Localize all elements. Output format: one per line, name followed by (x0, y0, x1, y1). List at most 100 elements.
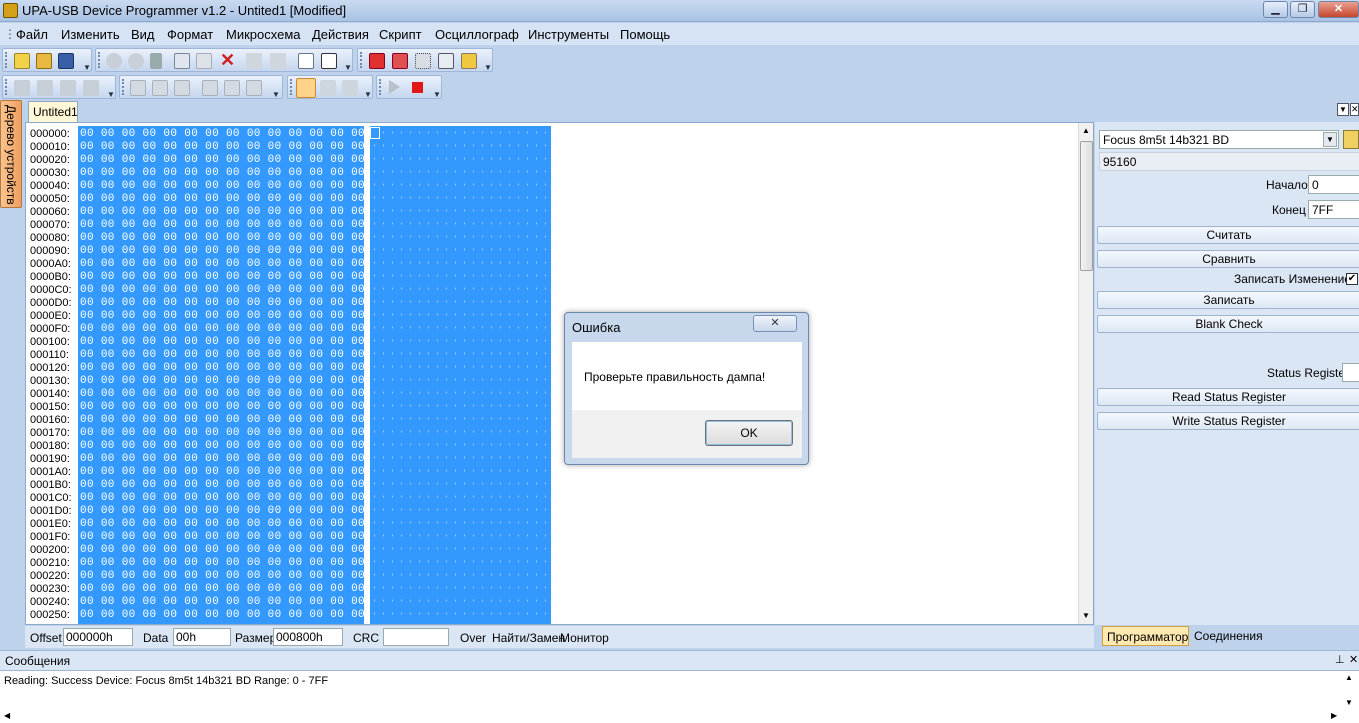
open-device-icon[interactable] (1343, 130, 1359, 149)
hex-byte-row[interactable]: 00 00 00 00 00 00 00 00 00 00 00 00 00 0… (80, 323, 407, 336)
hex-byte-row[interactable]: 00 00 00 00 00 00 00 00 00 00 00 00 00 0… (80, 141, 407, 154)
hex-byte-row[interactable]: 00 00 00 00 00 00 00 00 00 00 00 00 00 0… (80, 271, 407, 284)
toolbar-overflow-icon[interactable]: ▼ (344, 63, 352, 72)
toolbar-overflow-icon[interactable]: ▼ (107, 90, 115, 99)
align-right-icon[interactable] (246, 80, 262, 96)
menu-script[interactable]: Скрипт (379, 27, 422, 42)
hex-byte-row[interactable]: 00 00 00 00 00 00 00 00 00 00 00 00 00 0… (80, 232, 407, 245)
hex-byte-row[interactable]: 00 00 00 00 00 00 00 00 00 00 00 00 00 0… (80, 297, 407, 310)
hex-byte-row[interactable]: 00 00 00 00 00 00 00 00 00 00 00 00 00 0… (80, 258, 407, 271)
scroll-down-icon[interactable]: ▼ (1082, 611, 1090, 620)
toolbar-overflow-icon[interactable]: ▼ (484, 63, 492, 72)
delete-icon[interactable]: ✕ (220, 50, 235, 71)
menu-oscilloscope[interactable]: Осциллограф (435, 27, 519, 42)
hex-byte-row[interactable]: 00 00 00 00 00 00 00 00 00 00 00 00 00 0… (80, 193, 407, 206)
hex-byte-row[interactable]: 00 00 00 00 00 00 00 00 00 00 00 00 00 0… (80, 128, 407, 141)
dialog-close-icon[interactable]: ✕ (753, 315, 797, 332)
close-button[interactable]: ✕ (1318, 1, 1359, 18)
device-tree-tab[interactable]: Дерево устройств (0, 100, 22, 208)
monitor-link[interactable]: Монитор (560, 631, 609, 645)
menu-edit[interactable]: Изменить (61, 27, 120, 42)
vertical-scrollbar[interactable]: ▲ ▼ (1078, 123, 1093, 624)
hex-editor[interactable]: 000000: 000010: 000020: 000030: 000040: 00005… (25, 122, 1094, 625)
hex-byte-column[interactable]: 00 00 00 00 00 00 00 00 00 00 00 00 00 0… (80, 128, 407, 622)
paste-icon[interactable] (196, 53, 212, 69)
page-icon[interactable] (298, 53, 314, 69)
hex-byte-row[interactable]: 00 00 00 00 00 00 00 00 00 00 00 00 00 0… (80, 609, 407, 622)
data-field[interactable]: 00h (173, 628, 231, 646)
size-field[interactable]: 000800h (273, 628, 343, 646)
hex-byte-row[interactable]: 00 00 00 00 00 00 00 00 00 00 00 00 00 0… (80, 154, 407, 167)
hex-byte-row[interactable]: 00 00 00 00 00 00 00 00 00 00 00 00 00 0… (80, 336, 407, 349)
copy-icon[interactable] (174, 53, 190, 69)
cut-icon[interactable] (150, 53, 162, 69)
bold-icon[interactable] (130, 80, 146, 96)
hex-byte-row[interactable]: 00 00 00 00 00 00 00 00 00 00 00 00 00 0… (80, 583, 407, 596)
pointer-icon[interactable] (296, 78, 316, 98)
play-icon[interactable] (389, 80, 400, 94)
hex-byte-row[interactable]: 00 00 00 00 00 00 00 00 00 00 00 00 00 0… (80, 414, 407, 427)
chip-select-icon[interactable] (415, 53, 431, 69)
hex-byte-row[interactable]: 00 00 00 00 00 00 00 00 00 00 00 00 00 0… (80, 427, 407, 440)
maximize-button[interactable]: ❐ (1290, 1, 1315, 18)
hex-byte-row[interactable]: 00 00 00 00 00 00 00 00 00 00 00 00 00 0… (80, 518, 407, 531)
chip-settings-icon[interactable] (461, 53, 477, 69)
messages-close-icon[interactable]: ✕ (1349, 653, 1358, 666)
tab-connections[interactable]: Соединения (1189, 626, 1269, 646)
wand-icon[interactable] (37, 80, 53, 96)
hex-byte-row[interactable]: 00 00 00 00 00 00 00 00 00 00 00 00 00 0… (80, 310, 407, 323)
scrollbar-thumb[interactable] (1080, 141, 1093, 271)
panel-close-icon[interactable]: ✕ (1350, 103, 1359, 116)
crop-icon[interactable] (60, 80, 76, 96)
pan-icon[interactable] (342, 80, 358, 96)
hex-byte-row[interactable]: 00 00 00 00 00 00 00 00 00 00 00 00 00 0… (80, 284, 407, 297)
align-center-icon[interactable] (224, 80, 240, 96)
chip-write-icon[interactable] (392, 53, 408, 69)
hex-byte-row[interactable]: 00 00 00 00 00 00 00 00 00 00 00 00 00 0… (80, 362, 407, 375)
log-scroll-down-icon[interactable]: ▼ (1345, 698, 1353, 707)
hex-byte-row[interactable]: 00 00 00 00 00 00 00 00 00 00 00 00 00 0… (80, 349, 407, 362)
menu-actions[interactable]: Действия (312, 27, 369, 42)
tab-programmer[interactable]: Программатор (1102, 626, 1189, 646)
hex-byte-row[interactable]: 00 00 00 00 00 00 00 00 00 00 00 00 00 0… (80, 570, 407, 583)
blank-check-button[interactable]: Blank Check (1097, 315, 1359, 333)
find-icon[interactable] (246, 53, 262, 69)
ok-button[interactable]: OK (705, 420, 793, 446)
stop-icon[interactable] (412, 82, 423, 93)
hex-byte-row[interactable]: 00 00 00 00 00 00 00 00 00 00 00 00 00 0… (80, 505, 407, 518)
redo-icon[interactable] (128, 53, 144, 69)
pen-icon[interactable] (14, 80, 30, 96)
log-scroll-up-icon[interactable]: ▲ (1345, 673, 1353, 682)
menu-chip[interactable]: Микросхема (226, 27, 301, 42)
menu-help[interactable]: Помощь (620, 27, 670, 42)
hex-byte-row[interactable]: 00 00 00 00 00 00 00 00 00 00 00 00 00 0… (80, 557, 407, 570)
align-left-icon[interactable] (202, 80, 218, 96)
replace-icon[interactable] (270, 53, 286, 69)
crc-field[interactable] (383, 628, 449, 646)
hex-byte-row[interactable]: 00 00 00 00 00 00 00 00 00 00 00 00 00 0… (80, 453, 407, 466)
hex-byte-row[interactable]: 00 00 00 00 00 00 00 00 00 00 00 00 00 0… (80, 531, 407, 544)
write-changes-checkbox[interactable]: ✔ (1346, 273, 1358, 285)
open-folder-icon[interactable] (36, 53, 52, 69)
menu-view[interactable]: Вид (131, 27, 155, 42)
zoom-icon[interactable] (320, 80, 336, 96)
hex-byte-row[interactable]: 00 00 00 00 00 00 00 00 00 00 00 00 00 0… (80, 206, 407, 219)
pin-icon[interactable]: ⊥ (1335, 653, 1345, 666)
hex-byte-row[interactable]: 00 00 00 00 00 00 00 00 00 00 00 00 00 0… (80, 245, 407, 258)
hex-byte-row[interactable]: 00 00 00 00 00 00 00 00 00 00 00 00 00 0… (80, 479, 407, 492)
hex-byte-row[interactable]: 00 00 00 00 00 00 00 00 00 00 00 00 00 0… (80, 180, 407, 193)
hex-byte-row[interactable]: 00 00 00 00 00 00 00 00 00 00 00 00 00 0… (80, 401, 407, 414)
device-select[interactable]: Focus 8m5t 14b321 BD ▼ (1099, 130, 1339, 149)
binary-icon[interactable] (321, 53, 337, 69)
panel-menu-icon[interactable]: ▼ (1337, 103, 1349, 116)
hex-byte-row[interactable]: 00 00 00 00 00 00 00 00 00 00 00 00 00 0… (80, 544, 407, 557)
menu-tools[interactable]: Инструменты (528, 27, 609, 42)
status-register-input[interactable] (1342, 363, 1359, 382)
hex-byte-row[interactable]: 00 00 00 00 00 00 00 00 00 00 00 00 00 0… (80, 375, 407, 388)
hex-byte-row[interactable]: 00 00 00 00 00 00 00 00 00 00 00 00 00 0… (80, 167, 407, 180)
hex-byte-row[interactable]: 00 00 00 00 00 00 00 00 00 00 00 00 00 0… (80, 596, 407, 609)
hex-byte-row[interactable]: 00 00 00 00 00 00 00 00 00 00 00 00 00 0… (80, 219, 407, 232)
menu-format[interactable]: Формат (167, 27, 213, 42)
write-status-register-button[interactable]: Write Status Register (1097, 412, 1359, 430)
compare-button[interactable]: Сравнить (1097, 250, 1359, 268)
